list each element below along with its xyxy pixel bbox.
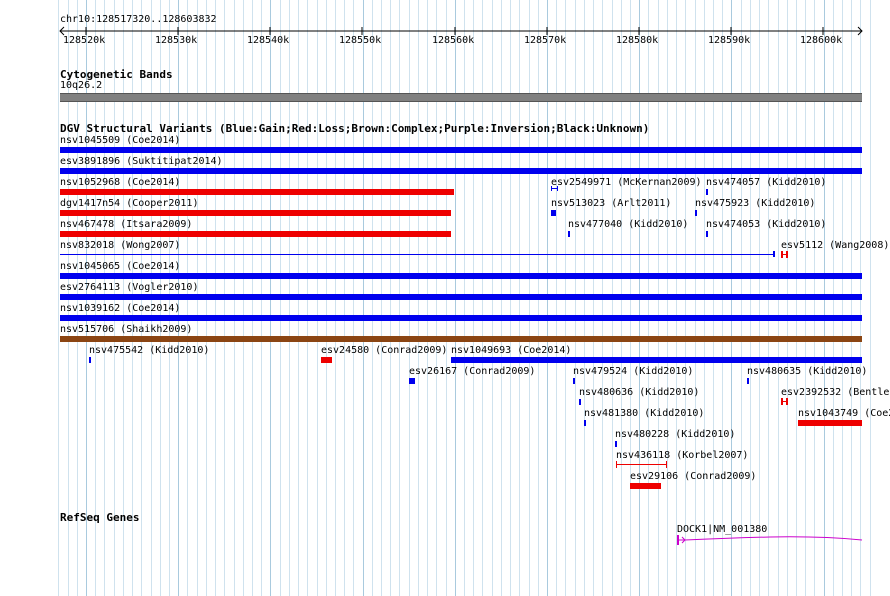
feature-edge (666, 461, 667, 468)
feature-label: nsv475542 (Kidd2010) (89, 345, 210, 356)
feature-edge (786, 398, 788, 405)
feature-label: esv26167 (Conrad2009) (409, 366, 536, 377)
ruler-tick-label: 128560k (432, 35, 475, 46)
cytoband-label: 10q26.2 (60, 80, 103, 91)
gain-feature-bar[interactable] (579, 399, 581, 405)
feature-label: esv3891896 (Suktitipat2014) (60, 156, 223, 167)
feature-label: nsv832018 (Wong2007) (60, 240, 181, 251)
gain-feature-line[interactable] (60, 254, 773, 255)
gain-feature-bar[interactable] (551, 210, 556, 216)
dgv-track-title: DGV Structural Variants (Blue:Gain;Red:L… (60, 122, 650, 135)
feature-edge (781, 251, 783, 258)
gain-feature-bar[interactable] (573, 378, 575, 384)
gain-feature-bar[interactable] (60, 147, 862, 153)
feature-label: esv24580 (Conrad2009) (321, 345, 448, 356)
gain-feature-bar[interactable] (747, 378, 749, 384)
feature-label: dgv1417n54 (Cooper2011) (60, 198, 199, 209)
feature-label: nsv474053 (Kidd2010) (706, 219, 827, 230)
feature-label: nsv474057 (Kidd2010) (706, 177, 827, 188)
ruler-tick-label: 128590k (708, 35, 751, 46)
feature-label: nsv1043749 (Coe2 (798, 408, 890, 419)
gain-feature-bar[interactable] (60, 273, 862, 279)
feature-label: nsv1052968 (Coe2014) (60, 177, 181, 188)
loss-feature-bar[interactable] (321, 357, 332, 363)
ruler-tick-label: 128550k (339, 35, 382, 46)
feature-label: esv5112 (Wang2008) (781, 240, 890, 251)
feature-label: nsv1039162 (Coe2014) (60, 303, 181, 314)
feature-label: nsv480635 (Kidd2010) (747, 366, 868, 377)
feature-label: esv2392532 (Bentley (781, 387, 890, 398)
feature-label: esv29106 (Conrad2009) (630, 471, 757, 482)
gain-feature-bar[interactable] (568, 231, 570, 237)
feature-label: nsv1045509 (Coe2014) (60, 135, 181, 146)
feature-label: nsv436118 (Korbel2007) (616, 450, 749, 461)
ruler-tick-label: 128530k (155, 35, 198, 46)
gain-feature-bar[interactable] (615, 441, 617, 447)
ruler-tick-label: 128540k (247, 35, 290, 46)
loss-feature-bar[interactable] (616, 464, 667, 465)
feature-label: nsv1049693 (Coe2014) (451, 345, 572, 356)
feature-edge (551, 186, 552, 191)
gain-feature-bar[interactable] (60, 315, 862, 321)
loss-feature-bar[interactable] (630, 483, 661, 489)
ruler-tick-label: 128580k (616, 35, 659, 46)
gain-feature-end (773, 251, 775, 257)
feature-label: nsv467478 (Itsara2009) (60, 219, 193, 230)
feature-edge (616, 461, 617, 468)
feature-label: esv2549971 (McKernan2009) (551, 177, 702, 188)
feature-label: nsv479524 (Kidd2010) (573, 366, 694, 377)
gain-feature-bar[interactable] (60, 294, 862, 300)
ruler-tick-label: 128570k (524, 35, 567, 46)
feature-label: nsv475923 (Kidd2010) (695, 198, 816, 209)
loss-feature-bar[interactable] (60, 210, 451, 216)
genome-browser-panel: chr10:128517320..128603832 128520k 12853… (0, 0, 890, 596)
feature-label: nsv480636 (Kidd2010) (579, 387, 700, 398)
grid-line (870, 0, 871, 596)
loss-feature-bar[interactable] (60, 189, 454, 195)
feature-label: nsv1045065 (Coe2014) (60, 261, 181, 272)
loss-feature-bar[interactable] (798, 420, 862, 426)
grid-line (58, 0, 59, 596)
gain-feature-bar[interactable] (89, 357, 91, 363)
ruler-tick-label: 128600k (800, 35, 843, 46)
feature-edge (557, 186, 558, 191)
feature-edge (786, 251, 788, 258)
gain-feature-bar[interactable] (451, 357, 862, 363)
feature-label: nsv480228 (Kidd2010) (615, 429, 736, 440)
feature-label: nsv513023 (Arlt2011) (551, 198, 672, 209)
feature-label: esv2764113 (Vogler2010) (60, 282, 199, 293)
feature-label: nsv477040 (Kidd2010) (568, 219, 689, 230)
gain-feature-bar[interactable] (706, 189, 708, 195)
location-label: chr10:128517320..128603832 (60, 14, 217, 25)
ruler-tick-label: 128520k (63, 35, 106, 46)
gain-feature-bar[interactable] (706, 231, 708, 237)
gene-model-dock1[interactable] (670, 532, 870, 548)
loss-feature-bar[interactable] (60, 231, 451, 237)
gain-feature-bar[interactable] (60, 168, 862, 174)
complex-feature-bar[interactable] (60, 336, 862, 342)
gain-feature-bar[interactable] (584, 420, 586, 426)
cytoband-bar[interactable] (60, 93, 862, 102)
gain-feature-bar[interactable] (409, 378, 415, 384)
refseq-track-title: RefSeq Genes (60, 511, 140, 524)
gain-feature-bar[interactable] (695, 210, 697, 216)
feature-label: nsv515706 (Shaikh2009) (60, 324, 193, 335)
feature-edge (781, 398, 783, 405)
feature-label: nsv481380 (Kidd2010) (584, 408, 705, 419)
